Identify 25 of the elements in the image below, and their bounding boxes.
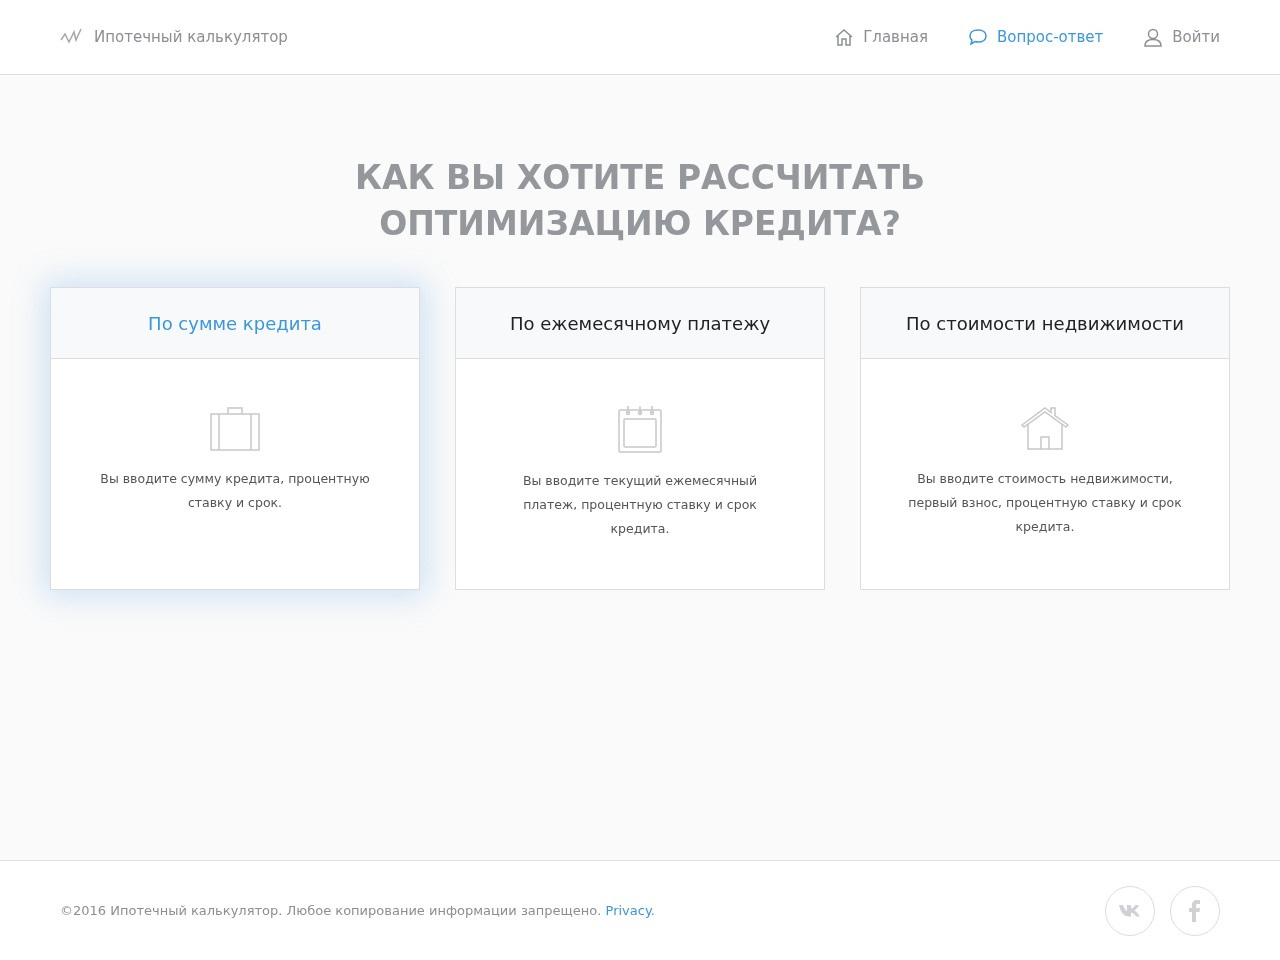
option-card[interactable]: По стоимости недвижимости Вы вводите стоимость недвижимости, первый взнос, процентную ставку и срок кредита. — [860, 287, 1230, 590]
vk-logo-icon — [1119, 904, 1141, 917]
card-description: Вы вводите текущий ежемесячный платеж, процентную ставку и срок кредита. — [521, 472, 759, 538]
privacy-link[interactable]: Privacy. — [605, 903, 655, 918]
card-description: Вы вводите сумму кредита, процентную ставку и срок. — [99, 470, 371, 512]
home-icon — [834, 27, 855, 47]
calendar-icon — [618, 405, 662, 453]
user-icon — [1143, 27, 1164, 47]
option-card[interactable]: По сумме кредита Вы вводите сумму кредита, процентную ставку и срок. — [50, 287, 420, 590]
nav-link[interactable]: Главная — [834, 27, 928, 47]
page-heading: КАК ВЫ ХОТИТЕ РАССЧИТАТЬ ОПТИМИЗАЦИЮ КРЕДИТА? — [354, 157, 926, 245]
card-title: По ежемесячному платежу — [456, 288, 824, 359]
pulse-line-icon — [60, 28, 84, 46]
card-title: По стоимости недвижимости — [861, 288, 1229, 359]
briefcase-icon — [210, 405, 260, 451]
logo-text: Ипотечный калькулятор — [94, 28, 288, 46]
copyright-text: ©2016 Ипотечный калькулятор. Любое копирование информации запрещено. Privacy. — [60, 903, 655, 918]
speech-bubble-icon — [967, 28, 988, 46]
option-card[interactable]: По ежемесячному платежу Вы вводите текущий ежемесячный платеж, процентную ставку и срок кредита. — [455, 287, 825, 590]
card-title: По сумме кредита — [51, 288, 419, 359]
nav-link[interactable]: Вопрос-ответ — [967, 27, 1104, 47]
house-icon — [1020, 405, 1070, 451]
card-description: Вы вводите стоимость недвижимости, первый взнос, процентную ставку и срок кредита. — [907, 470, 1183, 536]
nav-link[interactable]: Войти — [1143, 27, 1220, 47]
facebook-logo-icon — [1189, 899, 1201, 922]
